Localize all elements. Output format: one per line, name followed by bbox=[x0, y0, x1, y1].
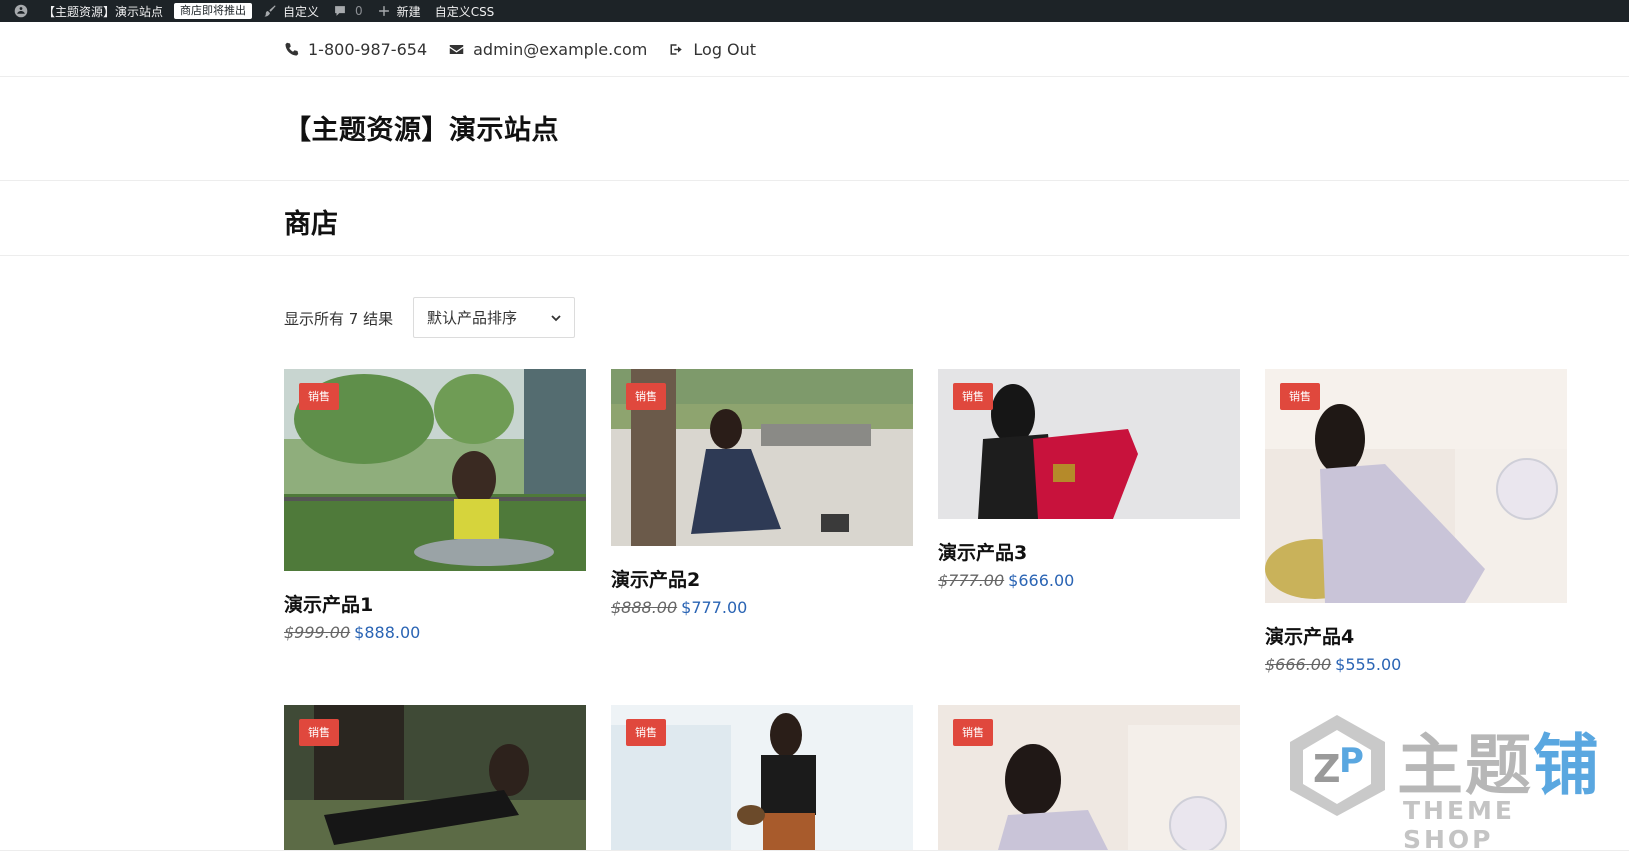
sale-badge: 销售 bbox=[953, 383, 993, 410]
regular-price: $888.00 bbox=[611, 598, 678, 617]
product-card[interactable]: 销售 演示产品3 $777.00 $666.00 bbox=[938, 369, 1240, 590]
divider bbox=[0, 850, 1629, 851]
product-card[interactable]: 销售 bbox=[938, 705, 1240, 850]
store-notice-badge[interactable]: 商店即将推出 bbox=[174, 3, 253, 19]
envelope-icon bbox=[449, 45, 464, 54]
svg-text:Z: Z bbox=[1313, 747, 1341, 791]
regular-price: $777.00 bbox=[938, 571, 1005, 590]
new-label: 新建 bbox=[396, 4, 421, 19]
sale-price: $777.00 bbox=[681, 598, 748, 617]
email-address: admin@example.com bbox=[473, 40, 648, 59]
brush-icon bbox=[264, 5, 276, 17]
product-price: $777.00 $666.00 bbox=[938, 571, 1240, 590]
sale-badge: 销售 bbox=[626, 719, 666, 746]
watermark-main: 主题 bbox=[1397, 727, 1533, 804]
product-card[interactable]: 销售 演示产品2 $888.00 $777.00 bbox=[611, 369, 913, 617]
product-title[interactable]: 演示产品3 bbox=[938, 538, 1240, 565]
product-title[interactable]: 演示产品4 bbox=[1265, 622, 1567, 649]
page-title: 商店 bbox=[284, 209, 338, 240]
watermark-subtext: THEME SHOP bbox=[1403, 796, 1516, 853]
sale-badge: 销售 bbox=[953, 719, 993, 746]
regular-price: $666.00 bbox=[1265, 655, 1332, 674]
product-title[interactable]: 演示产品1 bbox=[284, 590, 586, 617]
phone-contact[interactable]: 1-800-987-654 bbox=[284, 40, 427, 59]
product-price: $666.00 $555.00 bbox=[1265, 655, 1567, 674]
product-image[interactable]: 销售 bbox=[284, 705, 586, 850]
theme-shop-watermark: Z P 主题铺 THEME SHOP bbox=[1285, 710, 1615, 853]
top-bar: 1-800-987-654 admin@example.com Log Out bbox=[0, 22, 1629, 77]
admin-comments[interactable]: 0 bbox=[326, 0, 370, 22]
watermark-accent: 铺 bbox=[1533, 727, 1601, 804]
product-title[interactable]: 演示产品2 bbox=[611, 565, 913, 592]
product-image[interactable]: 销售 bbox=[938, 369, 1240, 519]
product-image[interactable]: 销售 bbox=[938, 705, 1240, 850]
site-title[interactable]: 【主题资源】演示站点 bbox=[284, 108, 559, 147]
customize-label: 自定义 bbox=[283, 4, 320, 19]
product-card[interactable]: 销售 bbox=[611, 705, 913, 850]
sale-badge: 销售 bbox=[626, 383, 666, 410]
sale-price: $555.00 bbox=[1335, 655, 1402, 674]
plus-icon bbox=[378, 6, 389, 16]
product-price: $888.00 $777.00 bbox=[611, 598, 913, 617]
wordpress-logo-icon[interactable] bbox=[0, 0, 36, 22]
site-header: 【主题资源】演示站点 bbox=[0, 78, 1629, 181]
svg-text:P: P bbox=[1339, 741, 1364, 781]
phone-icon bbox=[285, 42, 299, 56]
sale-badge: 销售 bbox=[1280, 383, 1320, 410]
product-price: $999.00 $888.00 bbox=[284, 623, 586, 642]
product-image[interactable]: 销售 bbox=[1265, 369, 1567, 603]
admin-custom-css[interactable]: 自定义CSS bbox=[428, 0, 502, 22]
page-header: 商店 bbox=[0, 182, 1629, 256]
phone-number: 1-800-987-654 bbox=[308, 40, 428, 59]
product-image[interactable]: 销售 bbox=[611, 705, 913, 850]
sale-badge: 销售 bbox=[299, 383, 339, 410]
regular-price: $999.00 bbox=[284, 623, 351, 642]
chevron-down-icon bbox=[551, 315, 561, 322]
sale-price: $666.00 bbox=[1008, 571, 1075, 590]
orderby-selected: 默认产品排序 bbox=[427, 309, 518, 327]
logout-label: Log Out bbox=[693, 40, 757, 59]
comments-count: 0 bbox=[355, 4, 363, 18]
sign-out-icon bbox=[670, 44, 683, 55]
admin-new[interactable]: 新建 bbox=[370, 0, 428, 22]
product-card[interactable]: 销售 演示产品4 $666.00 $555.00 bbox=[1265, 369, 1567, 674]
product-image[interactable]: 销售 bbox=[611, 369, 913, 546]
sale-price: $888.00 bbox=[354, 623, 421, 642]
admin-customize[interactable]: 自定义 bbox=[256, 0, 326, 22]
admin-site-name[interactable]: 【主题资源】演示站点 bbox=[36, 0, 170, 22]
orderby-select[interactable]: 默认产品排序 bbox=[413, 297, 575, 338]
email-contact[interactable]: admin@example.com bbox=[449, 40, 647, 59]
result-count: 显示所有 7 结果 bbox=[284, 310, 394, 328]
admin-bar: 【主题资源】演示站点 商店即将推出 自定义 0 新建 自定义CSS bbox=[0, 0, 1629, 22]
logout-link[interactable]: Log Out bbox=[669, 40, 756, 59]
product-image[interactable]: 销售 bbox=[284, 369, 586, 571]
watermark-text: 主题铺 bbox=[1397, 712, 1601, 808]
product-card[interactable]: 销售 bbox=[284, 705, 586, 850]
sale-badge: 销售 bbox=[299, 719, 339, 746]
product-card[interactable]: 销售 演示产品1 $999.00 $888.00 bbox=[284, 369, 586, 642]
comment-icon bbox=[335, 6, 345, 16]
theme-shop-logo-icon: Z P bbox=[1290, 715, 1385, 816]
